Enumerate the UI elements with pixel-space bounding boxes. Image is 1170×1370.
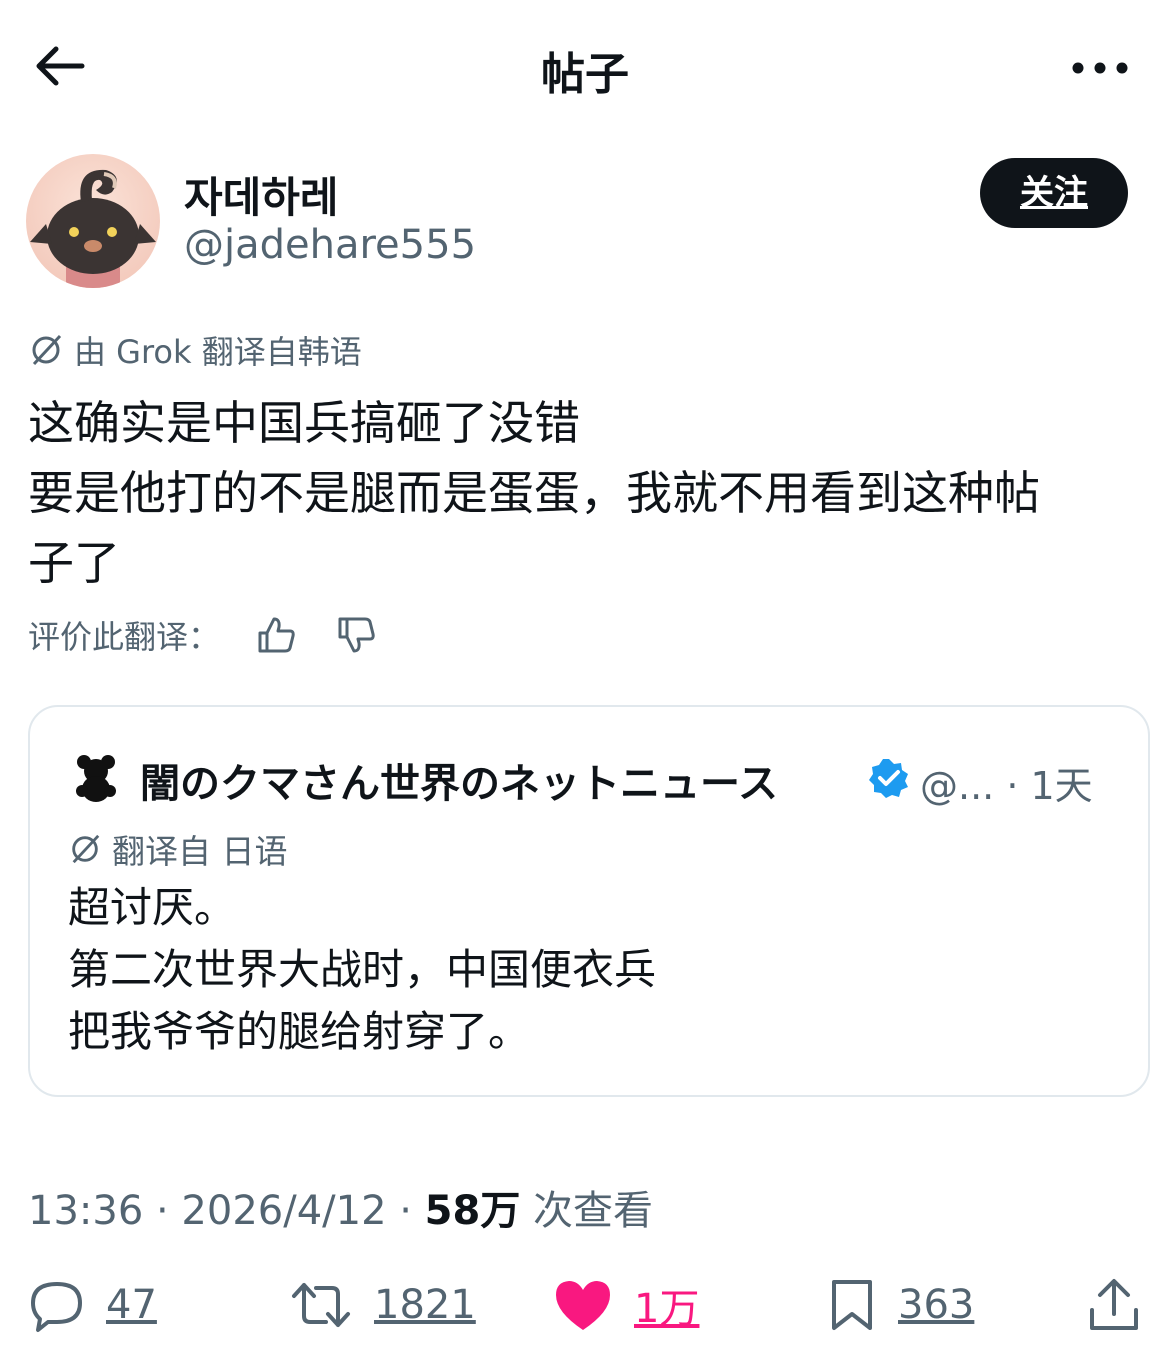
thumbs-up-icon[interactable] <box>254 613 298 657</box>
post-line: 子了 <box>28 536 120 590</box>
repost-button[interactable]: 1821 <box>288 1276 476 1334</box>
post-line: 这确实是中国兵搞砸了没错 <box>28 396 580 450</box>
quoted-line: 把我爷爷的腿给射穿了。 <box>68 1007 531 1056</box>
like-button[interactable]: 1万 <box>552 1276 699 1334</box>
post-line: 要是他打的不是腿而是蛋蛋，我就不用看到这种帖 <box>28 466 1040 520</box>
post-timestamp: 13:36 · 2026/4/12 · <box>28 1188 425 1234</box>
reply-icon <box>31 1282 82 1332</box>
bookmark-count: 363 <box>898 1282 975 1328</box>
follow-button[interactable]: 关注 <box>980 158 1128 228</box>
like-count: 1万 <box>634 1286 700 1332</box>
quoted-translation-text: 翻译自 日语 <box>112 832 288 871</box>
translate-icon <box>72 834 100 864</box>
verified-badge-icon <box>869 759 908 798</box>
rate-label: 评价此翻译： <box>28 618 221 656</box>
view-label: 次查看 <box>520 1188 654 1234</box>
author-handle[interactable]: @jadehare555 <box>184 222 476 268</box>
reply-button[interactable]: 47 <box>28 1276 157 1334</box>
share-icon <box>1090 1279 1138 1330</box>
author-avatar[interactable] <box>26 154 160 288</box>
share-button[interactable] <box>1086 1276 1142 1334</box>
repost-count: 1821 <box>374 1282 476 1328</box>
author-name[interactable]: 자데하레 <box>184 164 339 225</box>
quoted-post-card[interactable]: 闇のクマさん世界のネットニュース @... · 1天 翻译自 日语 超讨厌。 第… <box>28 705 1150 1097</box>
quoted-author-name[interactable]: 闇のクマさん世界のネットニュース <box>140 751 778 809</box>
quoted-translation-note: 翻译自 日语 <box>68 825 288 873</box>
repost-icon <box>292 1283 350 1327</box>
rate-translation: 评价此翻译： <box>28 612 378 658</box>
quoted-author-avatar[interactable] <box>70 751 122 803</box>
quoted-post-text: 超讨厌。 第二次世界大战时，中国便衣兵 把我爷爷的腿给射穿了。 <box>68 877 656 1063</box>
bookmark-button[interactable]: 363 <box>826 1276 974 1334</box>
quoted-line: 超讨厌。 <box>68 883 237 932</box>
bookmark-icon <box>832 1280 872 1330</box>
post-text: 这确实是中国兵搞砸了没错 要是他打的不是腿而是蛋蛋，我就不用看到这种帖 子了 <box>28 388 1158 598</box>
page-title: 帖子 <box>541 49 629 100</box>
translation-note[interactable]: 由 Grok 翻译自韩语 <box>28 327 362 373</box>
translate-icon <box>32 334 62 366</box>
heart-filled-icon <box>556 1281 610 1330</box>
quoted-handle-time: @... · 1天 <box>920 764 1093 808</box>
view-count[interactable]: 58万 <box>425 1188 521 1234</box>
reply-count: 47 <box>106 1282 157 1328</box>
quoted-line: 第二次世界大战时，中国便衣兵 <box>68 945 657 994</box>
translation-note-text: 由 Grok 翻译自韩语 <box>74 333 362 371</box>
more-horizontal-icon[interactable] <box>1070 48 1130 88</box>
thumbs-down-icon[interactable] <box>334 613 378 657</box>
post-meta: 13:36 · 2026/4/12 · 58万 次查看 <box>28 1178 653 1236</box>
